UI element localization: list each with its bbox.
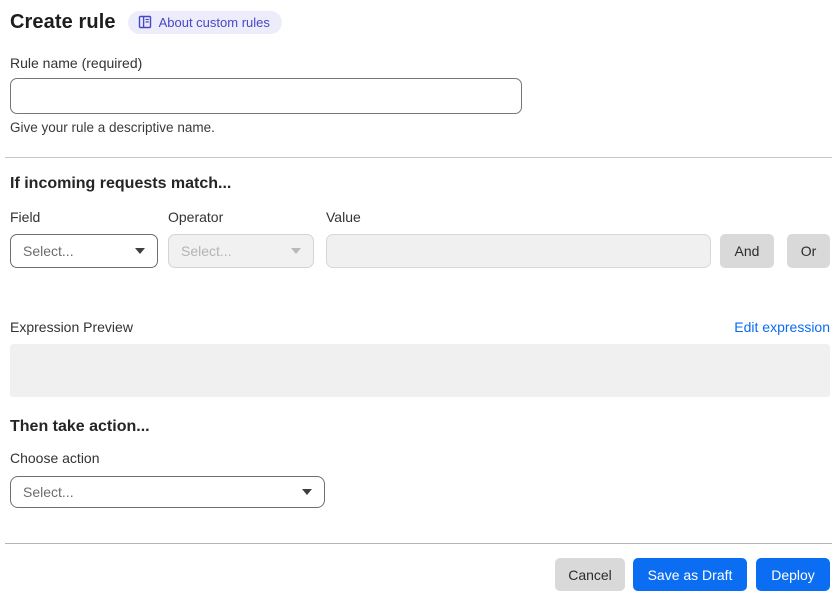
page-header: Create rule About custom rules: [10, 8, 830, 36]
book-icon: [138, 15, 152, 29]
deploy-button[interactable]: Deploy: [756, 558, 830, 591]
choose-action-select[interactable]: Select...: [10, 476, 325, 508]
footer-divider: [5, 543, 832, 544]
expression-preview-row: Expression Preview Edit expression: [10, 319, 830, 335]
chevron-down-icon: [135, 248, 145, 254]
rule-name-label: Rule name (required): [10, 55, 143, 71]
match-labels-row: Field Operator Value: [10, 209, 830, 225]
about-custom-rules-badge[interactable]: About custom rules: [127, 10, 282, 34]
or-button[interactable]: Or: [787, 234, 830, 268]
save-as-draft-button[interactable]: Save as Draft: [633, 558, 747, 591]
field-select-value: Select...: [23, 243, 74, 259]
expression-preview-box: [10, 344, 830, 397]
field-label: Field: [10, 209, 41, 225]
expression-preview-label: Expression Preview: [10, 319, 133, 335]
choose-action-label: Choose action: [10, 450, 100, 466]
chevron-down-icon: [302, 489, 312, 495]
page-title: Create rule: [10, 10, 116, 33]
match-controls-row: Select... Select... And Or: [10, 234, 830, 268]
and-button[interactable]: And: [720, 234, 774, 268]
chevron-down-icon: [291, 248, 301, 254]
section-divider: [5, 157, 832, 158]
match-section-heading: If incoming requests match...: [10, 175, 232, 192]
choose-action-select-value: Select...: [23, 484, 74, 500]
rule-name-helper-text: Give your rule a descriptive name.: [10, 120, 215, 135]
cancel-button[interactable]: Cancel: [555, 558, 625, 591]
rule-name-input[interactable]: [10, 78, 522, 114]
create-rule-page: Create rule About custom rules Rule name…: [0, 0, 839, 591]
about-badge-label: About custom rules: [158, 14, 270, 30]
operator-label: Operator: [168, 209, 224, 225]
action-section-heading: Then take action...: [10, 418, 150, 435]
operator-select[interactable]: Select...: [168, 234, 314, 268]
footer-actions: Cancel Save as Draft Deploy: [10, 558, 830, 591]
field-select[interactable]: Select...: [10, 234, 158, 268]
operator-select-value: Select...: [181, 243, 232, 259]
value-label: Value: [326, 209, 361, 225]
edit-expression-link[interactable]: Edit expression: [734, 319, 830, 335]
value-input[interactable]: [326, 234, 711, 268]
